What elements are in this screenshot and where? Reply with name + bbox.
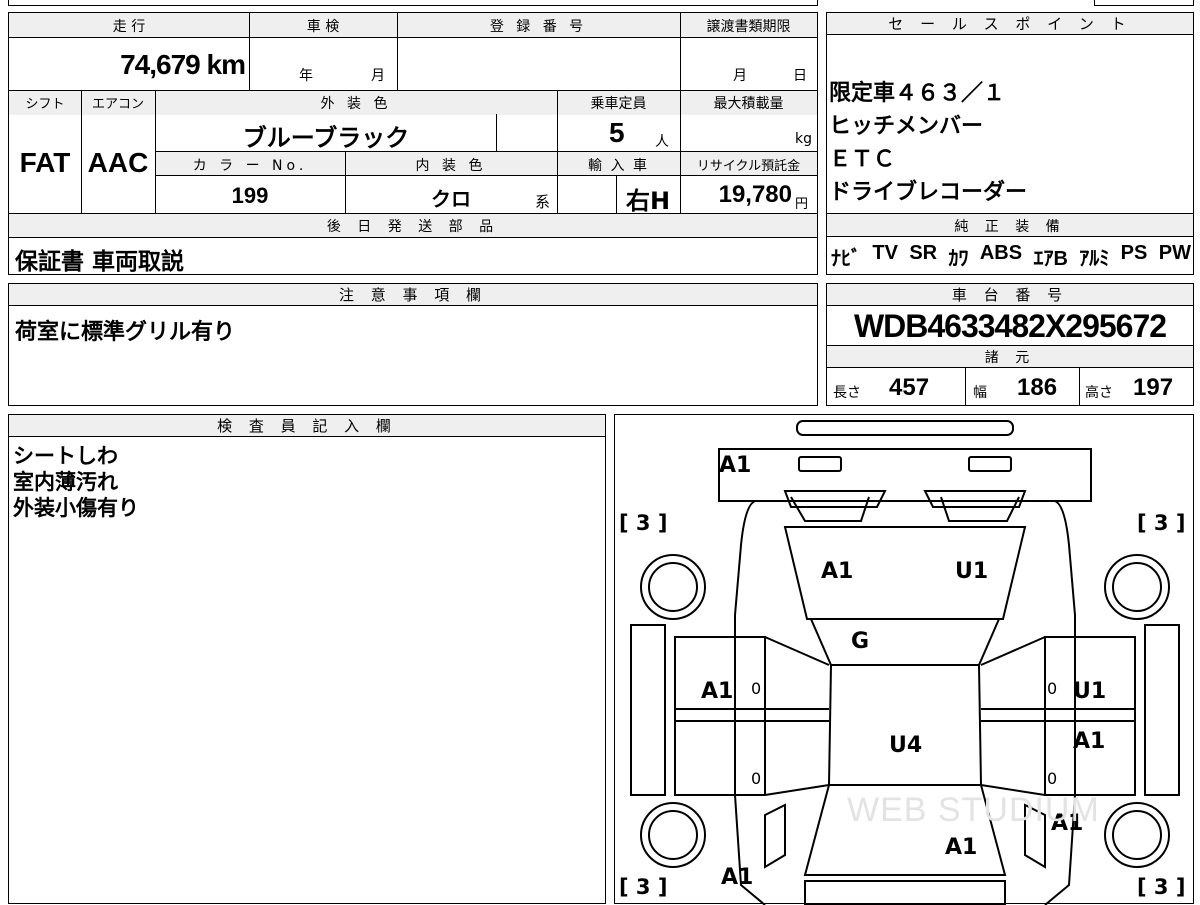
inspector-line: 外装小傷有り (13, 496, 139, 520)
car-damage-diagram: [ 3 ] [ 3 ] [ 3 ] [ 3 ] A1 A1 U1 G A1 U1… (614, 414, 1194, 905)
later-parts-value: 保証書 車両取説 (15, 249, 185, 275)
chassis-panel: 車 台 番 号 WDB4633482X295672 諸 元 長さ 457 幅 1… (826, 283, 1194, 406)
width-value: 186 (1017, 374, 1058, 401)
inspection-label: 車 検 (306, 19, 340, 35)
interior-color-label: 内 装 色 (415, 158, 487, 174)
mark-right-rear-door: A1 (1073, 729, 1106, 754)
chassis-label: 車 台 番 号 (827, 284, 1193, 306)
windshield-shape (809, 618, 1001, 666)
notes-text: 荷室に標準グリル有り (15, 320, 236, 345)
sales-points-list: 限定車４６３／１ ヒッチメンバー ＥＴＣ ドライブレコーダー (829, 77, 1027, 209)
mark-rear-glass: A1 (945, 835, 978, 860)
color-no-label: カ ラ ー No. (192, 158, 308, 174)
height-label: 高さ (1085, 385, 1113, 401)
mark-zero: 0 (1047, 769, 1058, 788)
mark-zero: 0 (1047, 679, 1058, 698)
inspection-year: 年 (299, 68, 313, 84)
equipment-item: ﾅﾋﾞ (831, 248, 861, 270)
sales-point: ヒッチメンバー (829, 114, 984, 139)
chassis-number: WDB4633482X295672 (853, 308, 1167, 344)
ac-label: エアコン (91, 97, 144, 112)
mileage-value: 74,679 km (120, 49, 246, 80)
equipment-item: SR (909, 242, 938, 264)
mark-front-bumper: A1 (719, 453, 752, 478)
inspector-line: シートしわ (13, 444, 118, 468)
inspector-line: 室内薄汚れ (13, 470, 118, 494)
capacity-value: 5 (609, 117, 625, 148)
length-value: 457 (889, 374, 930, 401)
equipment-item: ｴｱB (1033, 248, 1068, 270)
exterior-color-value: ブルーブラック (242, 124, 410, 152)
color-no-value: 199 (231, 183, 269, 208)
tire-mark-front-left: [ 3 ] (619, 511, 668, 535)
equipment-item: PS (1120, 242, 1148, 264)
equipment-item: ｶﾜ (948, 248, 969, 270)
import-value: 右H (625, 187, 671, 215)
front-grille-shape (796, 420, 1014, 436)
sales-points-label: セ ー ル ス ポ イ ン ト (827, 13, 1193, 35)
recycle-value: 19,780 (718, 181, 792, 208)
mark-roof: U4 (889, 733, 923, 758)
mark-right-front-door: U1 (1073, 679, 1107, 704)
mark-windshield: G (851, 629, 870, 654)
notes-label: 注 意 事 項 欄 (9, 284, 817, 306)
capacity-unit: 人 (655, 134, 669, 150)
width-label: 幅 (973, 385, 987, 401)
mark-zero: 0 (751, 769, 762, 788)
notes-panel: 注 意 事 項 欄 荷室に標準グリル有り (8, 283, 818, 406)
shift-label: シフト (25, 97, 65, 112)
inspector-notes: シートしわ 室内薄汚れ 外装小傷有り (13, 443, 139, 521)
equipment-item: ｱﾙﾐ (1079, 248, 1110, 270)
front-bumper-shape (718, 448, 1092, 502)
mark-left-rear: A1 (721, 865, 754, 890)
transfer-month: 月 (733, 68, 747, 84)
tire-mark-front-right: [ 3 ] (1137, 511, 1186, 535)
maxload-unit: kg (795, 131, 812, 147)
capacity-label: 乗車定員 (590, 96, 647, 112)
equipment-item: ABS (979, 242, 1023, 264)
maxload-label: 最大積載量 (713, 96, 784, 112)
tire-mark-rear-right: [ 3 ] (1137, 875, 1186, 899)
shift-value: FAT (19, 147, 71, 178)
inspection-month: 月 (371, 68, 385, 84)
ac-value: AAC (87, 147, 149, 178)
registration-label: 登 録 番 号 (489, 19, 588, 35)
recycle-unit: 円 (795, 197, 809, 212)
equipment-label: 純 正 装 備 (954, 219, 1066, 235)
roof-shape (827, 664, 983, 786)
mileage-label: 走 行 (112, 19, 146, 35)
inspector-label: 検 査 員 記 入 欄 (9, 415, 605, 437)
equipment-list: ﾅﾋﾞ TV SR ｶﾜ ABS ｴｱB ｱﾙﾐ PS PW (831, 242, 1191, 271)
interior-color-suffix: 系 (535, 193, 551, 211)
top-cutoff-strip (8, 0, 818, 6)
import-label: 輸 入 車 (588, 158, 649, 174)
sales-points-panel: セ ー ル ス ポ イ ン ト 限定車４６３／１ ヒッチメンバー ＥＴＣ ドライ… (826, 12, 1194, 275)
height-value: 197 (1133, 374, 1174, 401)
length-label: 長さ (833, 385, 861, 401)
mark-zero: 0 (751, 679, 762, 698)
recycle-label: リサイクル預託金 (696, 159, 801, 174)
mark-left-front-door: A1 (701, 679, 734, 704)
top-cutoff-strip-right (1094, 0, 1194, 6)
transfer-label: 譲渡書類期限 (706, 19, 791, 35)
inspector-panel: 検 査 員 記 入 欄 シートしわ 室内薄汚れ 外装小傷有り (8, 414, 606, 904)
tire-mark-rear-left: [ 3 ] (619, 875, 668, 899)
transfer-day: 日 (793, 68, 807, 84)
equipment-item: PW (1158, 242, 1191, 264)
sales-point: ＥＴＣ (829, 147, 896, 172)
equipment-item: TV (872, 242, 898, 264)
interior-color-value: クロ (431, 187, 471, 211)
later-parts-label: 後 日 発 送 部 品 (326, 219, 500, 235)
watermark: WEB STUDIUM (847, 791, 1100, 829)
sales-point: ドライブレコーダー (829, 180, 1028, 205)
vehicle-info-table: 走 行 車 検 登 録 番 号 譲渡書類期限 74,679 km 年 月 月 日… (8, 12, 818, 275)
sales-point: 限定車４６３／１ (829, 81, 1006, 106)
mark-hood-right: U1 (955, 559, 989, 584)
mark-hood-left: A1 (821, 559, 854, 584)
wheel-shape (640, 554, 706, 620)
exterior-color-label: 外 装 色 (320, 96, 392, 112)
spec-label: 諸 元 (984, 350, 1036, 366)
